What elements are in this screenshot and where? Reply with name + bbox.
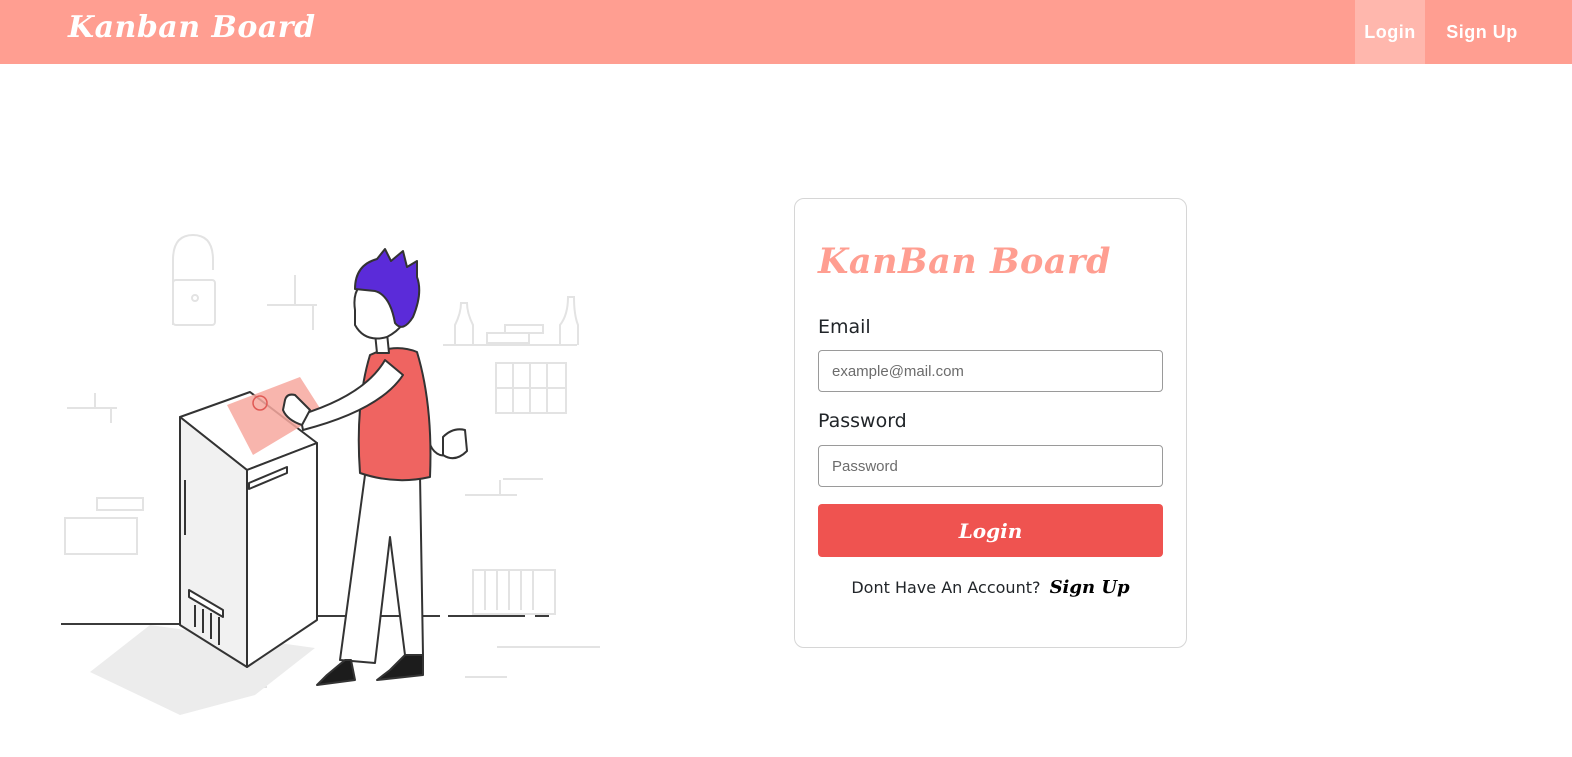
email-label: Email [818, 316, 871, 338]
top-navbar: Kanban Board Login Sign Up [0, 0, 1572, 64]
password-field[interactable] [818, 445, 1163, 487]
card-title: KanBan Board [818, 241, 1111, 282]
email-field[interactable] [818, 350, 1163, 392]
person-fingerprint-scanner-illustration [61, 233, 600, 715]
signup-link[interactable]: Sign Up [1050, 577, 1130, 598]
login-card: KanBan Board Email Password Login Dont H… [794, 198, 1187, 648]
brand-logo[interactable]: Kanban Board [68, 10, 316, 45]
login-button[interactable]: Login [818, 504, 1163, 557]
nav-signup-link[interactable]: Sign Up [1432, 0, 1532, 64]
password-label: Password [818, 410, 907, 432]
background-decor [64, 233, 600, 688]
nav-login-link[interactable]: Login [1355, 0, 1425, 64]
signup-prompt-row: Dont Have An Account? Sign Up [795, 577, 1186, 598]
signup-prompt-text: Dont Have An Account? [851, 578, 1041, 597]
